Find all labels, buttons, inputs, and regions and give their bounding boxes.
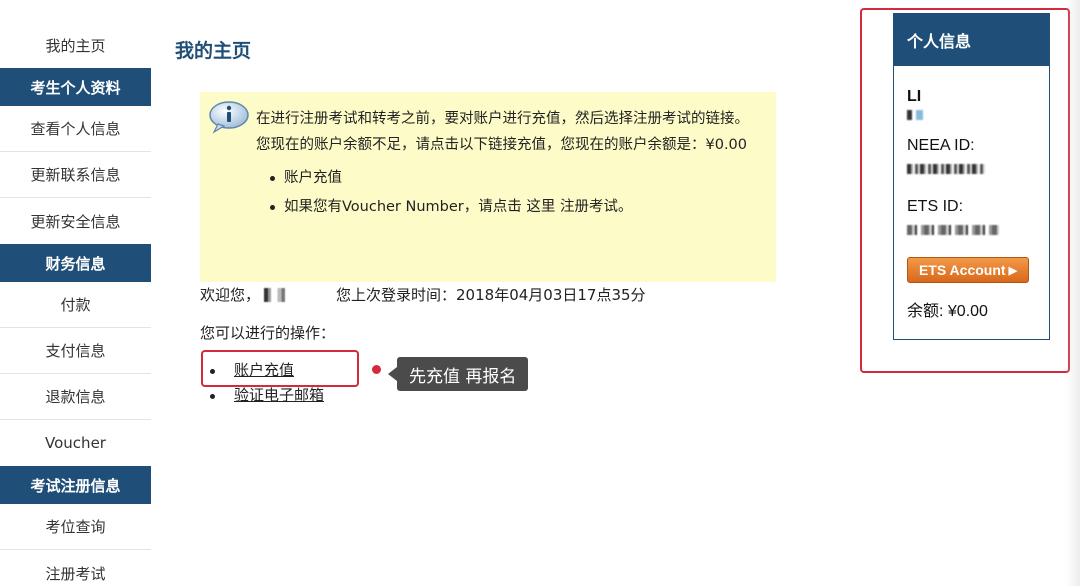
info-icon bbox=[208, 100, 250, 134]
sidebar-item-refund-info[interactable]: 退款信息 bbox=[0, 374, 151, 420]
last-login-text: 您上次登录时间：2018年04月03日17点35分 bbox=[336, 286, 646, 304]
sidebar-item-label: 付款 bbox=[60, 296, 91, 314]
notice-text: 在进行注册考试和转考之前，要对账户进行充值，然后选择注册考试的链接。您现在的账户… bbox=[256, 111, 749, 153]
redacted-name-detail bbox=[907, 110, 923, 120]
sidebar-section-label: 财务信息 bbox=[45, 254, 106, 273]
sidebar-item-label: 注册考试 bbox=[45, 564, 106, 583]
sidebar-item-update-contact-info[interactable]: 更新联系信息 bbox=[0, 152, 151, 198]
sidebar-item-label: 支付信息 bbox=[45, 342, 106, 360]
ets-account-button[interactable]: ETS Account ▶ bbox=[907, 257, 1029, 283]
redacted-ets-id bbox=[907, 225, 999, 235]
page-title: 我的主页 bbox=[175, 40, 252, 62]
sidebar-item-label: 退款信息 bbox=[45, 388, 106, 406]
ets-id-label: ETS ID: bbox=[907, 198, 964, 215]
sidebar-section-label: 考生个人资料 bbox=[30, 78, 121, 97]
sidebar-item-voucher[interactable]: Voucher bbox=[0, 420, 151, 466]
sidebar-item-seat-search[interactable]: 考位查询 bbox=[0, 504, 151, 550]
account-balance: 余额: ¥0.00 bbox=[907, 303, 988, 320]
sidebar-item-label: 更新安全信息 bbox=[30, 212, 121, 231]
welcome-line: 欢迎您， 您上次登录时间：2018年04月03日17点35分 bbox=[200, 284, 646, 305]
page-edge-shadow bbox=[1066, 0, 1080, 586]
sidebar-item-register-test[interactable]: 注册考试 bbox=[0, 550, 151, 586]
sidebar-item-label: 更新联系信息 bbox=[30, 166, 121, 184]
notice-box: 在进行注册考试和转考之前，要对账户进行充值，然后选择注册考试的链接。您现在的账户… bbox=[200, 92, 776, 282]
play-arrow-icon: ▶ bbox=[1008, 264, 1018, 277]
notice-list: 账户充值 如果您有Voucher Number，请点击 这里 注册考试。 bbox=[256, 164, 756, 222]
candidate-name: LI bbox=[907, 88, 922, 105]
neea-id-label: NEEA ID: bbox=[907, 137, 975, 154]
sidebar-section-finance: 财务信息 bbox=[0, 244, 151, 282]
redacted-name bbox=[264, 287, 305, 302]
sidebar-item-view-personal-info[interactable]: 查看个人信息 bbox=[0, 106, 151, 152]
panel-header: 个人信息 bbox=[894, 14, 1049, 66]
sidebar-item-payment[interactable]: 付款 bbox=[0, 282, 151, 328]
notice-item-voucher[interactable]: 如果您有Voucher Number，请点击 这里 注册考试。 bbox=[270, 193, 756, 222]
sidebar-section-label: 考试注册信息 bbox=[30, 476, 121, 495]
sidebar-item-update-security-info[interactable]: 更新安全信息 bbox=[0, 198, 151, 244]
sidebar-item-label: 查看个人信息 bbox=[30, 120, 121, 138]
welcome-prefix: 欢迎您， bbox=[200, 286, 261, 304]
annotation-dot bbox=[372, 365, 381, 374]
sidebar-item-label: 考位查询 bbox=[45, 518, 106, 536]
available-actions-label: 您可以进行的操作： bbox=[200, 324, 336, 342]
sidebar-item-label: 我的主页 bbox=[45, 36, 106, 55]
sidebar-section-test-registration: 考试注册信息 bbox=[0, 466, 151, 504]
sidebar-item-payment-info[interactable]: 支付信息 bbox=[0, 328, 151, 374]
notice-item-recharge[interactable]: 账户充值 bbox=[270, 164, 756, 193]
personal-info-panel: 个人信息 LI NEEA ID: ETS ID: ETS Account ▶ 余… bbox=[893, 13, 1050, 340]
sidebar-nav: 我的主页 考生个人资料 查看个人信息 更新联系信息 更新安全信息 财务信息 付款… bbox=[0, 22, 151, 586]
sidebar-item-my-homepage[interactable]: 我的主页 bbox=[0, 22, 151, 68]
sidebar-section-candidate-profile: 考生个人资料 bbox=[0, 68, 151, 106]
sidebar-item-label: Voucher bbox=[45, 434, 106, 452]
redacted-neea-id bbox=[907, 164, 985, 174]
panel-body: LI NEEA ID: ETS ID: ETS Account ▶ 余额: ¥0… bbox=[894, 66, 1049, 321]
recharge-highlight-annotation bbox=[201, 350, 359, 387]
annotation-tooltip: 先充值 再报名 bbox=[387, 357, 529, 391]
ets-account-button-label: ETS Account bbox=[918, 262, 1006, 278]
verify-email-link[interactable]: 验证电子邮箱 bbox=[234, 386, 324, 404]
